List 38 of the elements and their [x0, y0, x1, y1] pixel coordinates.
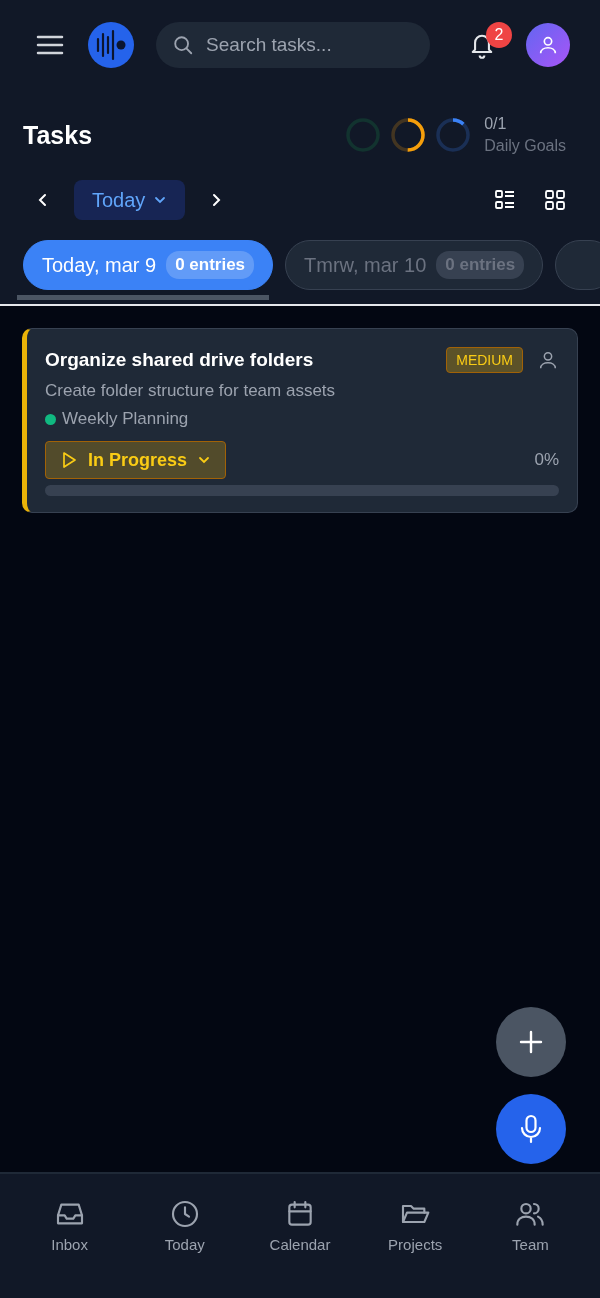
menu-icon — [36, 34, 64, 56]
goal-ring — [345, 117, 382, 153]
goal-count: 0/1 — [484, 115, 508, 133]
grid-view-button[interactable] — [542, 187, 568, 213]
nav-item[interactable]: Inbox — [12, 1174, 128, 1298]
task-title: Organize shared drive folders — [45, 349, 315, 371]
app-logo — [88, 22, 134, 68]
goal-label: Daily Goals — [484, 137, 566, 155]
caret-icon — [153, 195, 168, 205]
play-icon — [60, 451, 78, 469]
progress-percent: 0% — [534, 450, 559, 470]
goal-ring — [435, 117, 472, 153]
status-dropdown[interactable]: In Progress — [45, 441, 227, 479]
user-icon — [537, 34, 559, 56]
profile-avatar[interactable] — [526, 23, 570, 67]
nav-item[interactable]: Today — [127, 1174, 243, 1298]
date-dropdown[interactable]: Today — [74, 180, 186, 220]
search-field[interactable]: Search tasks... — [156, 22, 430, 68]
plus-icon — [518, 1029, 544, 1055]
search-icon — [172, 34, 194, 56]
project-name: Weekly Planning — [62, 409, 189, 429]
nav-item[interactable]: Calendar — [242, 1174, 358, 1298]
list-view-icon — [494, 189, 516, 211]
notification-count: 2 — [486, 22, 512, 48]
goal-ring — [390, 117, 427, 153]
page-title: Tasks — [23, 120, 93, 150]
priority-tag: MEDIUM — [446, 347, 523, 373]
task-description: Create folder structure for team assets — [45, 381, 337, 401]
microphone-icon — [518, 1114, 544, 1144]
menu-button[interactable] — [36, 34, 64, 56]
assignee-icon[interactable] — [537, 349, 559, 371]
task-card[interactable]: Organize shared drive folders MEDIUM Create folder structure for team assets Weekly Planning In Progress 0% — [22, 328, 578, 513]
nav-item[interactable]: Projects — [357, 1174, 473, 1298]
grid-view-icon — [544, 189, 566, 211]
date-tab[interactable]: Today, mar 9 0 entries — [23, 240, 274, 290]
caret-icon — [197, 455, 212, 465]
nav-item[interactable]: Team — [472, 1174, 588, 1298]
entries-count: 0 entries — [166, 251, 255, 279]
